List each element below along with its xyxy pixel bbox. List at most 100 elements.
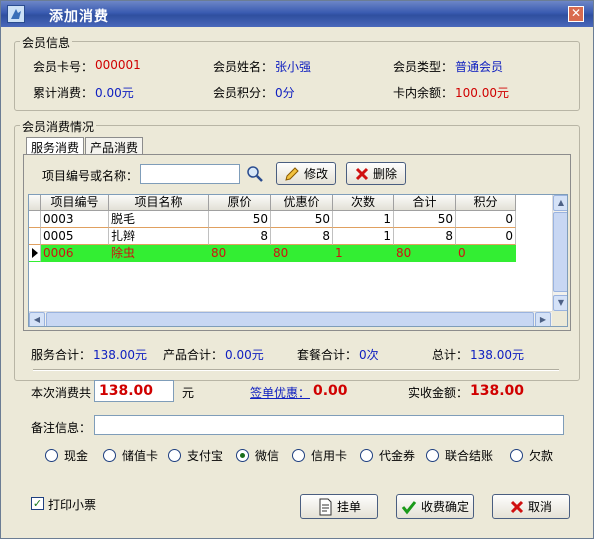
tab-product[interactable]: 产品消费 bbox=[85, 137, 143, 155]
cell-discount-price[interactable]: 80 bbox=[271, 245, 333, 262]
cell-points[interactable]: 0 bbox=[456, 245, 516, 262]
radio-label: 欠款 bbox=[529, 449, 554, 463]
cell-count[interactable]: 1 bbox=[333, 245, 394, 262]
cell-item-name[interactable]: 脱毛 bbox=[109, 211, 209, 228]
cell-discount-price[interactable]: 8 bbox=[271, 228, 333, 245]
items-table[interactable]: 项目编号 项目名称 原价 优惠价 次数 合计 积分 0003 脱毛 50 50 … bbox=[28, 194, 568, 327]
hang-order-label: 挂单 bbox=[336, 500, 361, 514]
member-info-title: 会员信息 bbox=[20, 34, 73, 51]
cell-price[interactable]: 50 bbox=[209, 211, 271, 228]
radio-label: 微信 bbox=[255, 449, 280, 463]
col-points[interactable]: 积分 bbox=[456, 195, 516, 211]
cell-discount-price[interactable]: 50 bbox=[271, 211, 333, 228]
col-subtotal[interactable]: 合计 bbox=[394, 195, 456, 211]
cell-price[interactable]: 8 bbox=[209, 228, 271, 245]
radio-circle[interactable] bbox=[292, 449, 305, 462]
cell-subtotal[interactable]: 50 bbox=[394, 211, 456, 228]
print-receipt-checkbox[interactable]: ✓ bbox=[31, 497, 44, 510]
cell-points[interactable]: 0 bbox=[456, 228, 516, 245]
col-count[interactable]: 次数 bbox=[333, 195, 394, 211]
cell-item-no[interactable]: 0006 bbox=[41, 245, 109, 262]
radio-circle[interactable] bbox=[168, 449, 181, 462]
checkmark-icon bbox=[401, 500, 417, 514]
scroll-right-icon[interactable]: ▶ bbox=[535, 312, 551, 326]
col-item-no[interactable]: 项目编号 bbox=[41, 195, 109, 211]
row-header[interactable] bbox=[29, 211, 41, 228]
delete-button[interactable]: 删除 bbox=[346, 162, 406, 185]
scroll-left-icon[interactable]: ◀ bbox=[29, 312, 45, 326]
hang-order-button[interactable]: 挂单 bbox=[300, 494, 378, 519]
vertical-scroll-thumb[interactable] bbox=[553, 212, 567, 292]
consume-amount-input[interactable]: 138.00 bbox=[94, 380, 174, 402]
radio-circle-selected[interactable] bbox=[236, 449, 249, 462]
table-row-selected[interactable]: 0006 除虫 80 80 1 80 0 bbox=[29, 245, 516, 262]
total-consume-label: 累计消费： bbox=[33, 86, 94, 100]
table-row[interactable]: 0005 扎辫 8 8 1 8 0 bbox=[29, 228, 516, 245]
radio-label: 现金 bbox=[64, 449, 89, 463]
radio-circle[interactable] bbox=[45, 449, 58, 462]
table-header: 项目编号 项目名称 原价 优惠价 次数 合计 积分 bbox=[29, 195, 516, 211]
remark-input[interactable] bbox=[94, 415, 564, 435]
search-button[interactable] bbox=[244, 163, 265, 185]
radio-stored-value-card[interactable]: 储值卡 bbox=[103, 447, 158, 464]
radio-wechat[interactable]: 微信 bbox=[236, 447, 279, 464]
radio-voucher[interactable]: 代金券 bbox=[360, 447, 415, 464]
vertical-scrollbar[interactable]: ▲ ▼ bbox=[552, 195, 567, 311]
title-bar[interactable]: 添加消费 ✕ bbox=[1, 1, 593, 27]
edit-button[interactable]: 修改 bbox=[276, 162, 336, 185]
radio-circle[interactable] bbox=[510, 449, 523, 462]
horizontal-scrollbar[interactable]: ◀ ▶ bbox=[29, 311, 552, 326]
close-x-icon bbox=[510, 500, 524, 513]
row-pointer-icon[interactable] bbox=[29, 245, 41, 262]
radio-owed[interactable]: 欠款 bbox=[510, 447, 553, 464]
table-row[interactable]: 0003 脱毛 50 50 1 50 0 bbox=[29, 211, 516, 228]
horizontal-scroll-thumb[interactable] bbox=[46, 312, 534, 326]
radio-circle[interactable] bbox=[103, 449, 116, 462]
cell-subtotal[interactable]: 80 bbox=[394, 245, 456, 262]
discount-link[interactable]: 签单优惠： bbox=[250, 384, 310, 401]
scroll-up-icon[interactable]: ▲ bbox=[553, 195, 567, 211]
actual-amount-label: 实收金额： bbox=[408, 386, 469, 400]
document-icon bbox=[319, 498, 332, 515]
cell-item-name[interactable]: 除虫 bbox=[109, 245, 209, 262]
radio-label: 信用卡 bbox=[311, 449, 348, 463]
delete-button-label: 删除 bbox=[372, 167, 397, 181]
actual-amount-value: 138.00 bbox=[470, 383, 525, 399]
member-points-label: 会员积分： bbox=[213, 86, 274, 100]
member-type-value: 普通会员 bbox=[455, 60, 504, 74]
row-header-corner bbox=[29, 195, 41, 211]
radio-label: 代金券 bbox=[379, 449, 416, 463]
radio-credit-card[interactable]: 信用卡 bbox=[292, 447, 347, 464]
cell-count[interactable]: 1 bbox=[333, 211, 394, 228]
col-item-name[interactable]: 项目名称 bbox=[109, 195, 209, 211]
row-header[interactable] bbox=[29, 228, 41, 245]
discount-value: 0.00 bbox=[313, 383, 348, 399]
radio-circle[interactable] bbox=[360, 449, 373, 462]
cell-points[interactable]: 0 bbox=[456, 211, 516, 228]
close-button[interactable]: ✕ bbox=[568, 6, 584, 22]
cell-item-no[interactable]: 0005 bbox=[41, 228, 109, 245]
remark-label: 备注信息： bbox=[31, 421, 92, 435]
cell-price[interactable]: 80 bbox=[209, 245, 271, 262]
cell-count[interactable]: 1 bbox=[333, 228, 394, 245]
cell-item-name[interactable]: 扎辫 bbox=[109, 228, 209, 245]
radio-circle[interactable] bbox=[426, 449, 439, 462]
cancel-button[interactable]: 取消 bbox=[492, 494, 570, 519]
product-total-value: 0.00元 bbox=[225, 348, 264, 362]
search-input[interactable] bbox=[140, 164, 240, 184]
col-discount-price[interactable]: 优惠价 bbox=[271, 195, 333, 211]
col-price[interactable]: 原价 bbox=[209, 195, 271, 211]
scroll-down-icon[interactable]: ▼ bbox=[553, 295, 567, 311]
radio-alipay[interactable]: 支付宝 bbox=[168, 447, 223, 464]
consumption-title: 会员消费情况 bbox=[20, 118, 97, 135]
window-title: 添加消费 bbox=[49, 9, 109, 25]
grand-total-label: 总计： bbox=[432, 348, 469, 362]
cell-item-no[interactable]: 0003 bbox=[41, 211, 109, 228]
confirm-payment-button[interactable]: 收费确定 bbox=[396, 494, 474, 519]
radio-joint-checkout[interactable]: 联合结账 bbox=[426, 447, 493, 464]
service-total-label: 服务合计： bbox=[31, 348, 92, 362]
cell-subtotal[interactable]: 8 bbox=[394, 228, 456, 245]
cancel-label: 取消 bbox=[527, 500, 552, 514]
radio-cash[interactable]: 现金 bbox=[45, 447, 88, 464]
radio-label: 储值卡 bbox=[122, 449, 159, 463]
